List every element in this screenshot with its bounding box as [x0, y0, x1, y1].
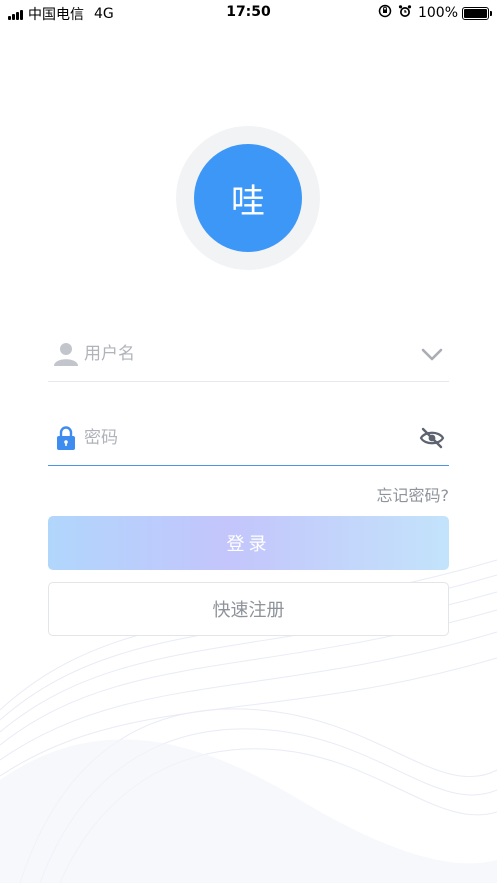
login-button[interactable]: 登录 — [48, 516, 449, 570]
orientation-lock-icon — [378, 4, 392, 22]
register-button[interactable]: 快速注册 — [48, 582, 449, 636]
app-logo: 哇 — [194, 144, 302, 252]
signal-icon — [8, 9, 24, 20]
status-bar-right: 100% — [378, 4, 492, 22]
password-field-row — [48, 410, 449, 466]
eye-off-icon[interactable] — [419, 425, 445, 451]
status-bar-left: 中国电信 4G — [8, 4, 114, 24]
forgot-password-link[interactable]: 忘记密码? — [377, 482, 450, 506]
status-bar: 中国电信 4G 17:50 100% — [0, 0, 497, 26]
carrier-label: 中国电信 — [28, 7, 84, 23]
battery-icon — [462, 6, 492, 20]
lock-icon — [53, 425, 79, 451]
username-input[interactable] — [84, 340, 404, 368]
username-field-row — [48, 326, 449, 382]
password-input[interactable] — [84, 424, 404, 452]
alarm-icon — [398, 4, 412, 22]
battery-percent: 100% — [417, 5, 458, 21]
chevron-down-icon[interactable] — [419, 341, 445, 367]
network-label: 4G — [94, 6, 114, 22]
user-icon — [53, 341, 79, 367]
